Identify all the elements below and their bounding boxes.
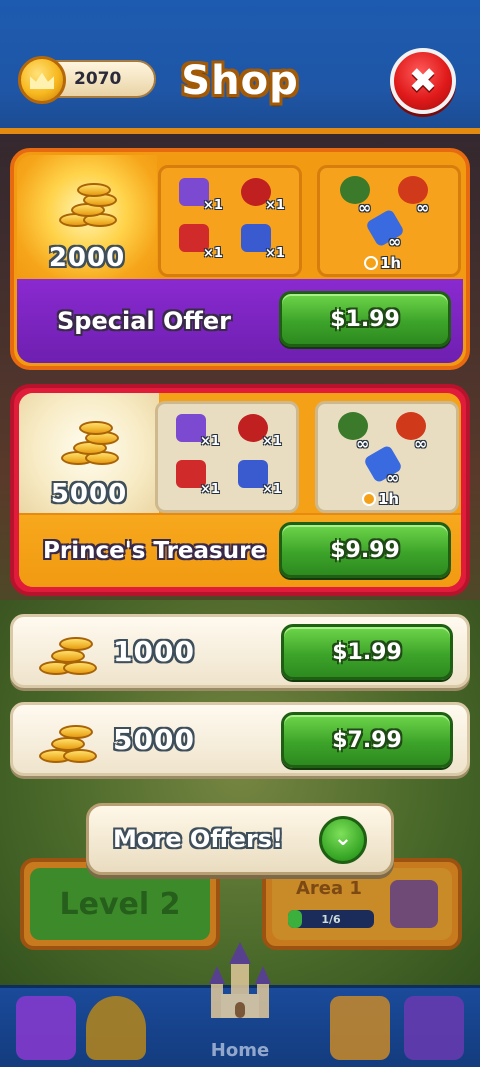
area-label: Area 1 — [296, 878, 362, 899]
home-castle-icon[interactable] — [205, 940, 275, 1030]
more-offers-button[interactable]: More Offers! ⌄ — [86, 803, 394, 875]
coin-stack-icon — [57, 183, 121, 235]
boosters-box: ×1 ×1 ×1 ×1 — [158, 165, 302, 277]
boosters-box: ×1 ×1 ×1 ×1 — [155, 401, 299, 513]
buy-special-offer-button[interactable]: $1.99 — [279, 291, 451, 347]
clock-icon — [364, 256, 378, 270]
clock-icon — [362, 492, 376, 506]
close-button[interactable]: ✖ — [390, 48, 456, 114]
offer-duration: 1h — [364, 254, 401, 272]
buy-coins-5000-button[interactable]: $7.99 — [281, 712, 453, 768]
chevron-down-icon: ⌄ — [319, 816, 367, 864]
booster-count: ×1 — [262, 482, 282, 497]
coin-pack-row: 1000 $1.99 — [10, 614, 470, 688]
close-icon: ✖ — [408, 61, 438, 101]
coin-pack-amount: 1000 — [113, 634, 195, 668]
booster-count: ×1 — [265, 246, 285, 261]
chest-icon — [390, 880, 438, 928]
coin-pack-row: 5000 $7.99 — [10, 702, 470, 776]
offer-duration: 1h — [362, 490, 399, 508]
offer-title: Prince's Treasure — [43, 538, 267, 564]
more-offers-label: More Offers! — [113, 825, 284, 853]
powerups-box: ∞ ∞ ∞ 1h — [317, 165, 461, 277]
booster-count: ×1 — [200, 434, 220, 449]
special-offer-bar: Special Offer $1.99 — [17, 279, 463, 363]
princes-treasure-card: 5000 ×1 ×1 ×1 ×1 ∞ ∞ ∞ 1h Prince's Treas… — [10, 384, 470, 596]
buy-coins-1000-button[interactable]: $1.99 — [281, 624, 453, 680]
special-offer-card: 2000 ×1 ×1 ×1 ×1 ∞ ∞ ∞ 1h Special Offer … — [10, 148, 470, 370]
area-progress-bar: 1/6 — [288, 910, 374, 928]
coin-stack-icon — [37, 631, 101, 679]
booster-count: ×1 — [265, 198, 285, 213]
header-divider — [0, 128, 480, 134]
area-progress-text: 1/6 — [321, 912, 341, 926]
powerup-infinite: ∞ — [416, 198, 430, 217]
offer-title: Special Offer — [57, 307, 231, 335]
princes-treasure-bar: Prince's Treasure $9.99 — [19, 513, 461, 587]
coin-stack-icon — [59, 421, 123, 473]
booster-count: ×1 — [203, 198, 223, 213]
powerup-infinite: ∞ — [388, 232, 402, 251]
booster-count: ×1 — [200, 482, 220, 497]
offer-coin-pane: 2000 — [17, 155, 157, 281]
powerup-infinite: ∞ — [386, 468, 400, 487]
coin-pack-amount: 5000 — [113, 722, 195, 756]
powerup-infinite: ∞ — [356, 434, 370, 453]
powerup-infinite: ∞ — [358, 198, 372, 217]
powerups-box: ∞ ∞ ∞ 1h — [315, 401, 459, 513]
powerup-infinite: ∞ — [414, 434, 428, 453]
nav-home-label[interactable]: Home — [0, 1040, 480, 1061]
booster-count: ×1 — [262, 434, 282, 449]
offer-coin-amount: 5000 — [50, 479, 128, 509]
booster-count: ×1 — [203, 246, 223, 261]
buy-princes-treasure-button[interactable]: $9.99 — [279, 522, 451, 578]
offer-coin-pane: 5000 — [19, 393, 159, 517]
offer-coin-amount: 2000 — [48, 243, 126, 273]
coin-stack-icon — [37, 719, 101, 767]
